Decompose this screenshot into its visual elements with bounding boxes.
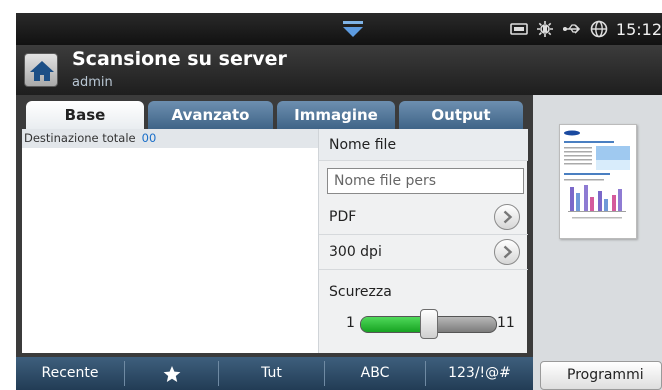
programs-button[interactable]: Programmi — [540, 361, 662, 390]
pulldown-arrow-icon[interactable] — [342, 19, 364, 39]
preview-page-image — [564, 130, 630, 219]
home-icon — [30, 61, 54, 81]
abc-button[interactable]: ABC — [325, 357, 425, 390]
home-button[interactable] — [24, 53, 58, 87]
darkness-slider-handle[interactable] — [420, 309, 438, 339]
destination-list[interactable] — [22, 148, 318, 353]
resolution-row[interactable]: 300 dpi — [319, 235, 528, 270]
all-button[interactable]: Tut — [219, 357, 324, 390]
tab-base[interactable]: Base — [26, 101, 144, 129]
file-name-label: Nome file — [329, 137, 397, 153]
darkness-min-label: 1 — [346, 315, 355, 331]
resolution-arrow-button[interactable] — [494, 239, 520, 265]
chevron-right-icon — [503, 245, 513, 259]
usb-icon — [562, 24, 581, 34]
network-globe-icon — [590, 20, 608, 38]
user-name: admin — [72, 75, 113, 90]
status-time: 15:12 — [615, 19, 662, 39]
destination-label: Destinazione totale — [24, 131, 136, 145]
favorites-button[interactable] — [125, 357, 218, 390]
tab-content: Destinazione totale 00 Nome file Nome fil… — [22, 129, 528, 353]
keyboard-icon — [510, 23, 528, 35]
app-header: Scansione su server admin — [16, 45, 662, 95]
tab-avanzato[interactable]: Avanzato — [148, 101, 273, 129]
symbols-button[interactable]: 123/!@# — [426, 357, 533, 390]
file-format-arrow-button[interactable] — [494, 204, 520, 230]
chevron-right-icon — [503, 210, 513, 224]
page-title: Scansione su server — [72, 48, 287, 70]
status-bar: 15:12 — [16, 13, 662, 45]
recent-button[interactable]: Recente — [16, 357, 124, 390]
status-icons: 15:12 — [510, 13, 662, 45]
resolution-value: 300 dpi — [329, 244, 382, 260]
bottom-bar: Recente Tut ABC 123/!@# — [16, 357, 533, 390]
destination-bar[interactable]: Destinazione totale 00 — [22, 129, 318, 148]
darkness-max-label: 11 — [497, 315, 515, 331]
screen: 15:12 Scansione su server admin Base Ava… — [0, 0, 662, 390]
toner-saver-icon — [536, 21, 553, 37]
file-name-row: Nome file — [319, 129, 528, 161]
settings-column: Nome file Nome file pers PDF 300 dpi Scu… — [318, 129, 528, 353]
document-preview-thumbnail[interactable] — [559, 124, 637, 239]
tab-output[interactable]: Output — [399, 101, 523, 129]
file-format-value: PDF — [329, 209, 357, 225]
file-format-row[interactable]: PDF — [319, 200, 528, 235]
file-name-input[interactable]: Nome file pers — [327, 168, 524, 194]
darkness-label: Scurezza — [329, 284, 392, 300]
tab-immagine[interactable]: Immagine — [277, 101, 395, 129]
star-icon — [163, 366, 180, 382]
destination-count: 00 — [141, 131, 157, 145]
